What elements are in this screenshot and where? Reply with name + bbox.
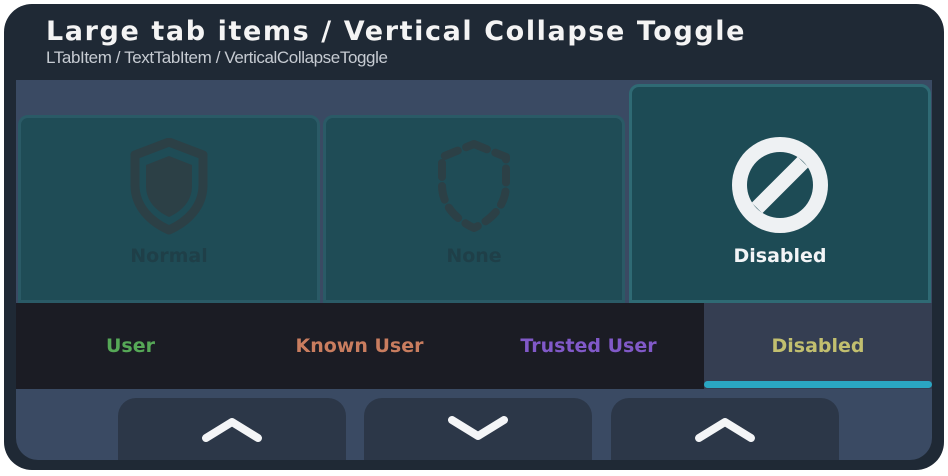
panel-frame: Large tab items / Vertical Collapse Togg… [4, 4, 944, 470]
tab-none[interactable]: None [323, 115, 625, 303]
page-subtitle: LTabItem / TextTabItem / VerticalCollaps… [46, 48, 388, 67]
text-tab-bar: User Known User Trusted User Disabled [16, 303, 932, 389]
dashed-shield-icon [434, 138, 514, 240]
tab-normal[interactable]: Normal [18, 115, 320, 303]
page-title: Large tab items / Vertical Collapse Togg… [46, 16, 747, 47]
content-area: Normal None Disabled User Known User Tru… [16, 80, 932, 460]
text-tab-disabled[interactable]: Disabled [704, 303, 932, 389]
tab-label: Normal [130, 245, 208, 267]
chevron-up-icon [202, 418, 262, 442]
text-tab-trusted-user[interactable]: Trusted User [474, 303, 703, 389]
collapse-toggle-down[interactable] [364, 398, 592, 460]
selected-tab-indicator [704, 381, 932, 388]
tab-disabled[interactable]: Disabled [629, 84, 931, 303]
chevron-down-icon [448, 416, 508, 440]
text-tab-user[interactable]: User [16, 303, 245, 389]
collapse-toggle-up[interactable] [611, 398, 839, 460]
tab-label: None [446, 245, 502, 267]
chevron-up-icon [695, 418, 755, 442]
collapse-toggle-up[interactable] [118, 398, 346, 460]
prohibited-icon [731, 136, 829, 238]
shield-icon [129, 137, 209, 240]
tab-label: Disabled [733, 245, 827, 267]
text-tab-known-user[interactable]: Known User [245, 303, 474, 389]
